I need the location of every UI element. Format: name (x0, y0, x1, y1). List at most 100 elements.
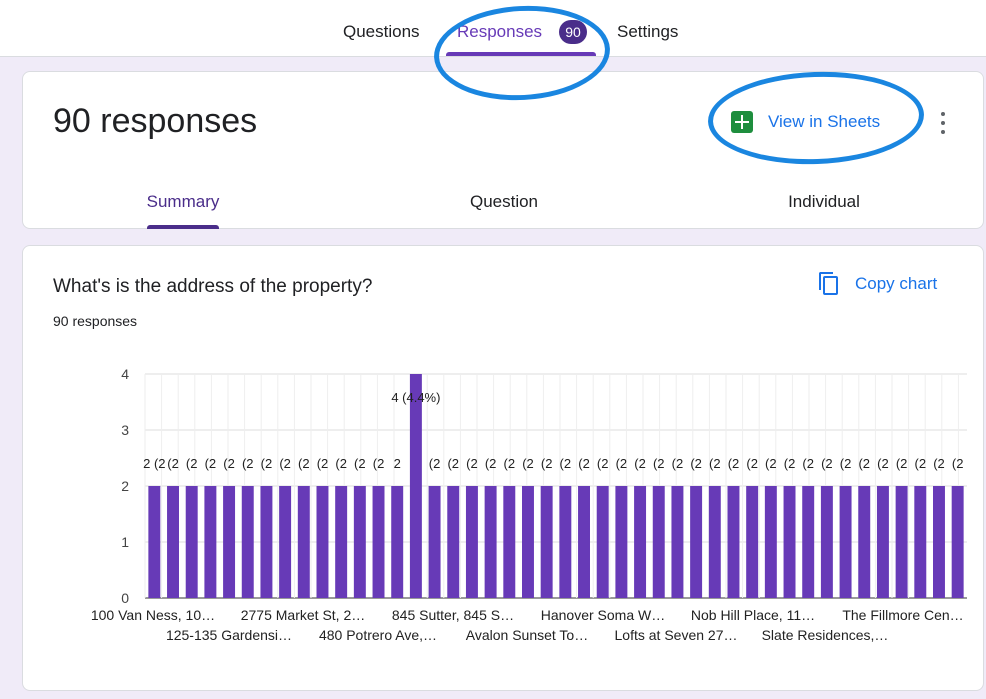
bar (521, 486, 534, 598)
y-tick-label: 3 (121, 422, 129, 438)
data-label: (2 (672, 456, 684, 471)
bar (895, 486, 908, 598)
data-label: (2 (634, 456, 646, 471)
data-label: (2 (373, 456, 385, 471)
data-label: (2 (821, 456, 833, 471)
x-tick-label: 100 Van Ness, 10… (91, 607, 215, 623)
bar (353, 486, 366, 598)
bar (559, 486, 572, 598)
data-label: (2 (653, 456, 665, 471)
data-label: 2 (2 (143, 456, 165, 471)
data-label: (2 (279, 456, 291, 471)
tab-summary[interactable]: Summary (108, 192, 258, 212)
data-label: (2 (802, 456, 814, 471)
data-label: (2 (317, 456, 329, 471)
bar (484, 486, 497, 598)
x-tick-label: The Fillmore Cen… (842, 607, 963, 623)
tab-question[interactable]: Question (429, 192, 579, 212)
data-label: (2 (597, 456, 609, 471)
bar (615, 486, 628, 598)
data-label: (2 (242, 456, 254, 471)
bar (148, 486, 161, 598)
data-label: 4 (4.4%) (391, 390, 440, 405)
bar (708, 486, 721, 598)
bar (596, 486, 609, 598)
data-label: (2 (560, 456, 572, 471)
view-in-sheets-button[interactable]: View in Sheets (731, 106, 880, 138)
bar (858, 486, 871, 598)
tab-responses[interactable]: Responses (457, 22, 542, 42)
bar (727, 486, 740, 598)
data-label: (2 (522, 456, 534, 471)
data-label: (2 (261, 456, 273, 471)
data-label: (2 (784, 456, 796, 471)
top-nav-bar: Questions Responses 90 Settings (0, 0, 986, 57)
bar (578, 486, 591, 598)
page-title: 90 responses (53, 102, 258, 140)
x-tick-label: Lofts at Seven 27… (615, 627, 738, 643)
x-tick-label: Slate Residences,… (762, 627, 889, 643)
bar-chart: 0 1 2 3 4 2 (2 (2 (2 (2 (2 (2 (2 (2 (2 (2 (2 (2 (2 2 4 (4.4… (91, 366, 967, 643)
bar (690, 486, 703, 598)
bar (260, 486, 273, 598)
data-label: (2 (616, 456, 628, 471)
bar (335, 486, 348, 598)
bar (185, 486, 198, 598)
data-label: (2 (298, 456, 310, 471)
tab-questions[interactable]: Questions (343, 22, 420, 42)
tab-settings[interactable]: Settings (617, 22, 678, 42)
data-label: (2 (205, 456, 217, 471)
bar (634, 486, 647, 598)
data-label: (2 (952, 456, 964, 471)
data-label: (2 (223, 456, 235, 471)
sheets-icon (731, 111, 753, 133)
bar (652, 486, 665, 598)
data-label: (2 (746, 456, 758, 471)
x-tick-label: Hanover Soma W… (541, 607, 665, 623)
x-tick-label: Nob Hill Place, 11… (691, 607, 815, 623)
bar (465, 486, 478, 598)
bar (839, 486, 852, 598)
data-label: (2 (840, 456, 852, 471)
summary-tab-indicator (147, 225, 219, 229)
bar (783, 486, 796, 598)
bar (372, 486, 385, 598)
active-tab-indicator (446, 52, 596, 56)
bar (297, 486, 310, 598)
more-options-icon[interactable] (937, 110, 949, 136)
data-label: (2 (429, 456, 441, 471)
data-label: (2 (933, 456, 945, 471)
bar (820, 486, 833, 598)
data-label: (2 (466, 456, 478, 471)
data-label: (2 (504, 456, 516, 471)
y-tick-label: 2 (121, 478, 129, 494)
bar (223, 486, 236, 598)
data-label: (2 (541, 456, 553, 471)
x-tick-label: 125-135 Gardensi… (166, 627, 292, 643)
bar (503, 486, 516, 598)
data-label: (2 (447, 456, 459, 471)
tab-individual[interactable]: Individual (749, 192, 899, 212)
bar (428, 486, 441, 598)
data-label: (2 (858, 456, 870, 471)
data-label: (2 (709, 456, 721, 471)
data-label: (2 (765, 456, 777, 471)
bar (540, 486, 553, 598)
bar (932, 486, 945, 598)
bar (914, 486, 927, 598)
bar (241, 486, 254, 598)
data-label: (2 (877, 456, 889, 471)
bar (409, 374, 422, 598)
y-tick-label: 1 (121, 534, 129, 550)
data-label: (2 (896, 456, 908, 471)
bar (746, 486, 759, 598)
data-label: (2 (485, 456, 497, 471)
bar (671, 486, 684, 598)
bar (167, 486, 180, 598)
bar (951, 486, 964, 598)
y-tick-label: 4 (121, 366, 129, 382)
bar (279, 486, 292, 598)
x-tick-label: 2775 Market St, 2… (241, 607, 366, 623)
x-tick-label: 480 Potrero Ave,… (319, 627, 437, 643)
bar (447, 486, 460, 598)
